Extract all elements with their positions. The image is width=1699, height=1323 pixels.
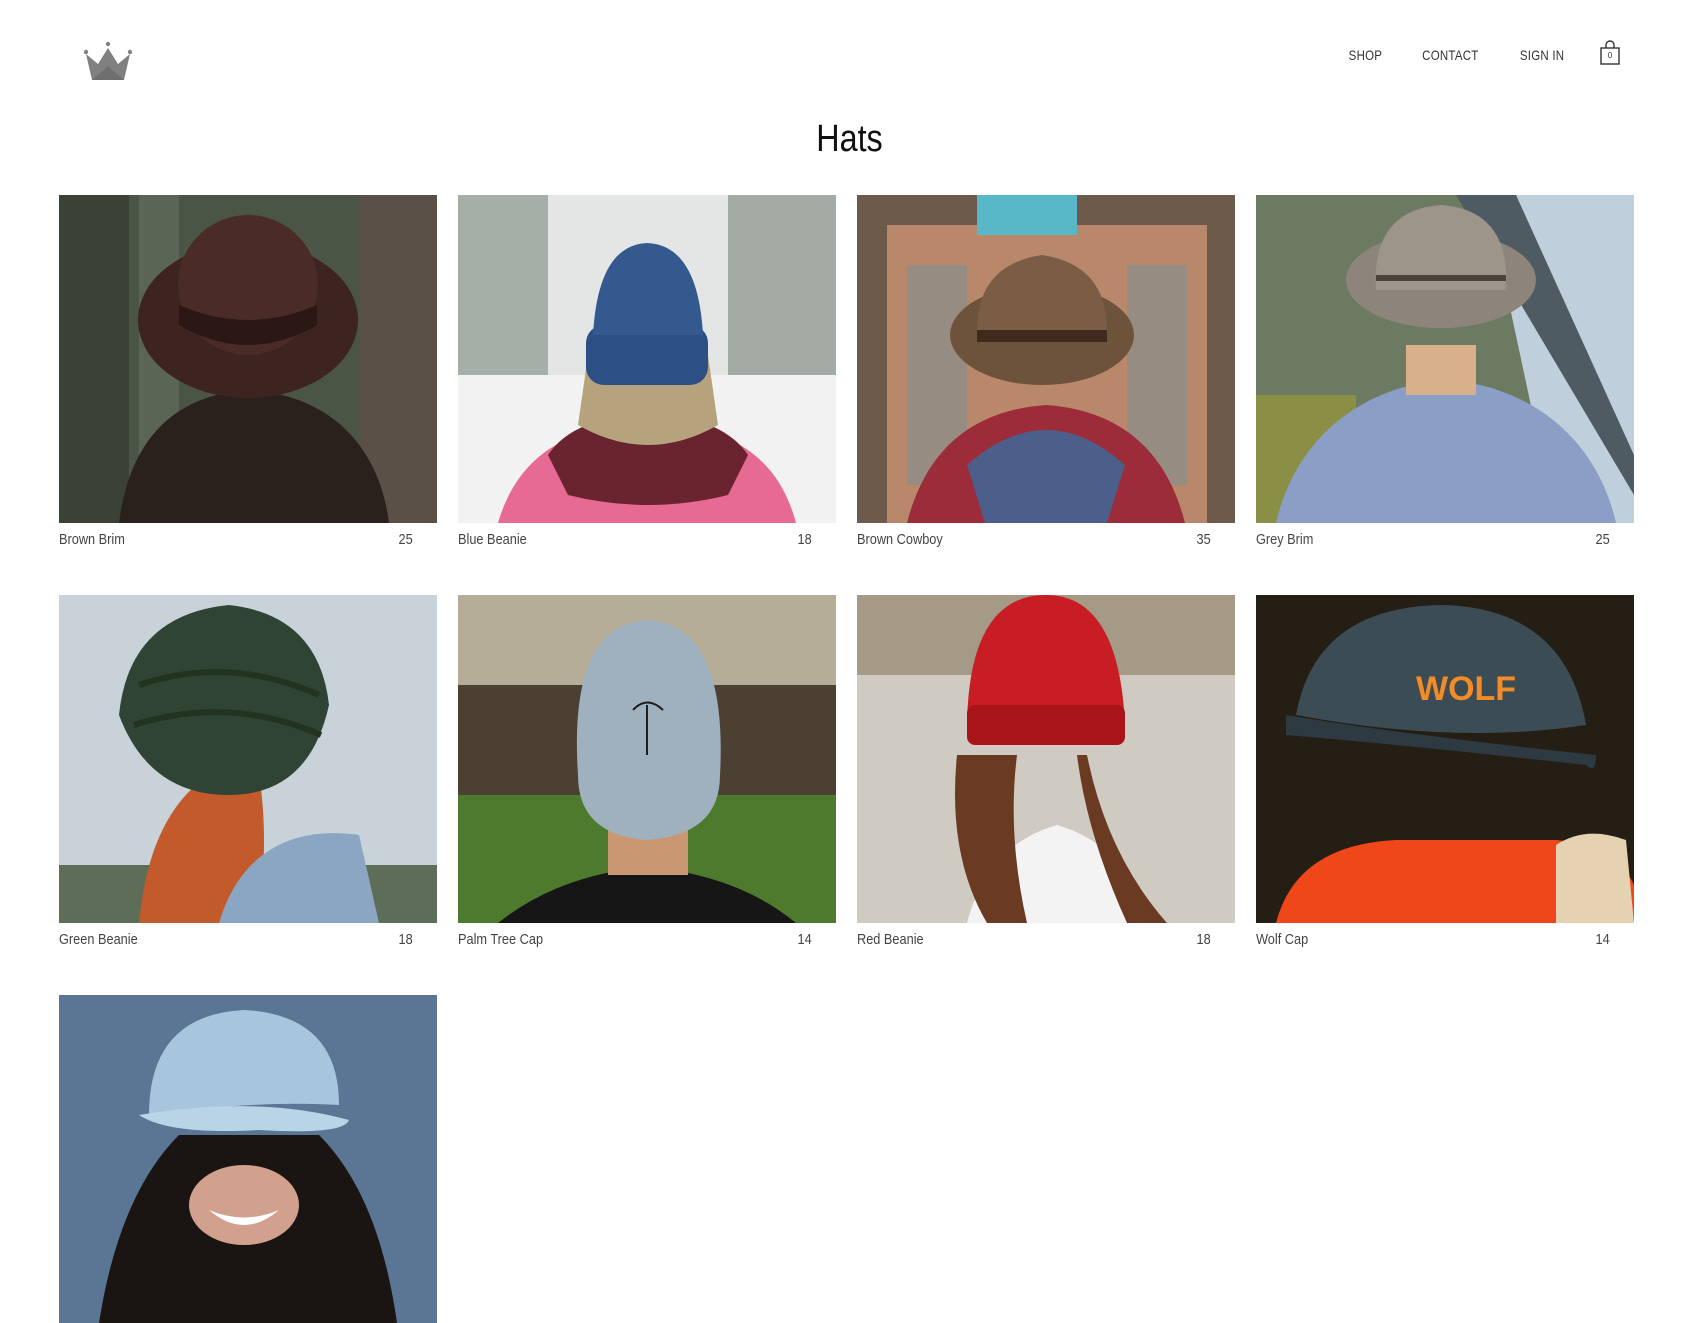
product-image[interactable] — [857, 195, 1235, 523]
product-price: 14 — [797, 931, 812, 948]
product-image[interactable] — [458, 595, 836, 923]
product-grid: Brown Brim 25 Blue Beanie 18 Brown Cowbo… — [59, 195, 1641, 1323]
product-card[interactable]: Blue Beanie 18 — [458, 195, 836, 555]
product-name: Wolf Cap — [1256, 931, 1309, 948]
svg-text:WOLF: WOLF — [1416, 670, 1516, 708]
product-name: Grey Brim — [1256, 531, 1314, 548]
product-name: Brown Brim — [59, 531, 125, 548]
product-price: 18 — [398, 931, 413, 948]
product-price: 14 — [1595, 931, 1610, 948]
product-name: Palm Tree Cap — [458, 931, 544, 948]
product-image[interactable] — [59, 195, 437, 523]
product-meta: Blue Beanie 18 — [458, 523, 836, 555]
page-title: Hats — [816, 118, 883, 160]
product-card[interactable]: Brown Brim 25 — [59, 195, 437, 555]
cart-count: 0 — [1607, 51, 1613, 60]
product-card[interactable]: WOLF Wolf Cap 14 — [1256, 595, 1634, 955]
product-card[interactable]: Brown Cowboy 35 — [857, 195, 1235, 555]
product-price: 25 — [1595, 531, 1610, 548]
product-card[interactable]: Palm Tree Cap 14 — [458, 595, 836, 955]
product-name: Red Beanie — [857, 931, 924, 948]
product-card[interactable] — [59, 995, 437, 1323]
product-image[interactable] — [1256, 195, 1634, 523]
product-meta: Brown Cowboy 35 — [857, 523, 1235, 555]
site-header: SHOP CONTACT SIGN IN 0 — [0, 0, 1699, 110]
product-meta: Grey Brim 25 — [1256, 523, 1634, 555]
product-price: 18 — [797, 531, 812, 548]
product-meta: Brown Brim 25 — [59, 523, 437, 555]
product-image[interactable] — [458, 195, 836, 523]
product-price: 35 — [1196, 531, 1211, 548]
product-name: Brown Cowboy — [857, 531, 943, 548]
product-card[interactable]: Green Beanie 18 — [59, 595, 437, 955]
nav-shop[interactable]: SHOP — [1349, 47, 1383, 63]
product-meta: Red Beanie 18 — [857, 923, 1235, 955]
cart-button[interactable]: 0 — [1599, 40, 1621, 66]
product-card[interactable]: Grey Brim 25 — [1256, 195, 1634, 555]
product-meta: Green Beanie 18 — [59, 923, 437, 955]
product-price: 18 — [1196, 931, 1211, 948]
nav-sign-in[interactable]: SIGN IN — [1520, 47, 1564, 63]
product-name: Blue Beanie — [458, 531, 527, 548]
nav-contact[interactable]: CONTACT — [1422, 47, 1478, 63]
product-image[interactable]: WOLF — [1256, 595, 1634, 923]
logo-link[interactable] — [82, 40, 134, 82]
product-price: 25 — [398, 531, 413, 548]
product-meta: Wolf Cap 14 — [1256, 923, 1634, 955]
main-nav: SHOP CONTACT SIGN IN 0 — [1315, 40, 1621, 68]
product-image[interactable] — [857, 595, 1235, 923]
product-image[interactable] — [59, 995, 437, 1323]
product-card[interactable]: Red Beanie 18 — [857, 595, 1235, 955]
product-meta: Palm Tree Cap 14 — [458, 923, 836, 955]
crown-icon — [83, 41, 133, 80]
product-image[interactable] — [59, 595, 437, 923]
product-name: Green Beanie — [59, 931, 138, 948]
